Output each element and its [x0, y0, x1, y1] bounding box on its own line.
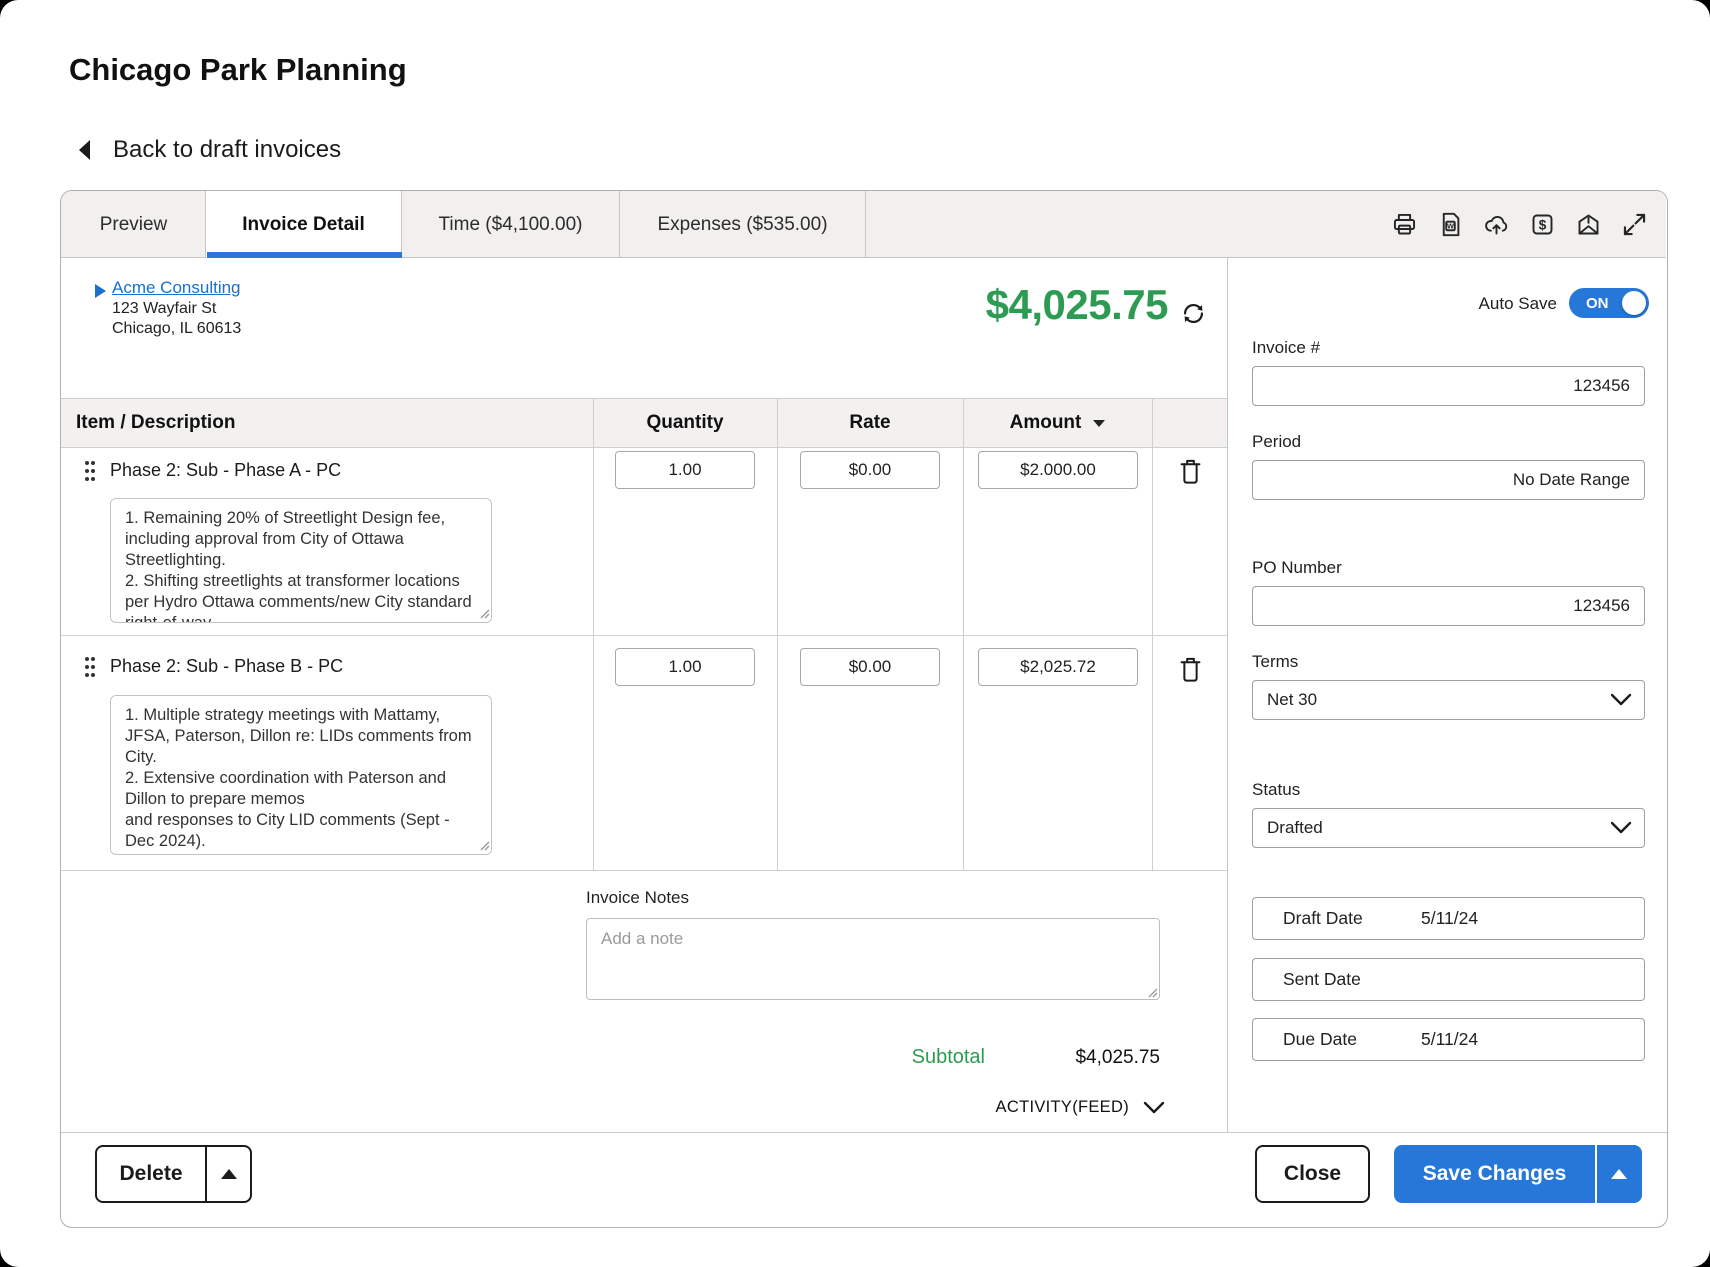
- close-button[interactable]: Close: [1255, 1145, 1370, 1203]
- draft-date-label: Draft Date: [1283, 908, 1421, 929]
- terms-select[interactable]: Net 30: [1252, 680, 1645, 720]
- delete-split-button: Delete: [95, 1145, 252, 1203]
- back-arrow-icon: [78, 139, 91, 161]
- line-item-description-input[interactable]: 1. Remaining 20% of Streetlight Design f…: [110, 498, 492, 623]
- quantity-input[interactable]: [615, 451, 755, 489]
- cloud-upload-icon[interactable]: [1483, 211, 1510, 238]
- invoice-notes-input[interactable]: [586, 918, 1160, 1000]
- svg-text:$: $: [1539, 217, 1547, 232]
- back-link-label: Back to draft invoices: [113, 136, 341, 164]
- tab-expenses[interactable]: Expenses ($535.00): [620, 191, 866, 258]
- po-number-input[interactable]: [1252, 586, 1645, 626]
- status-label: Status: [1252, 780, 1300, 800]
- due-date-label: Due Date: [1283, 1029, 1421, 1050]
- main-sidebar-divider: [1227, 258, 1228, 1132]
- invoice-number-label: Invoice #: [1252, 338, 1320, 358]
- column-header-item: Item / Description: [76, 398, 576, 448]
- invoice-toolbar: W $: [1400, 191, 1662, 258]
- sent-date-field[interactable]: Sent Date: [1252, 958, 1645, 1001]
- refresh-total-icon[interactable]: [1180, 300, 1207, 327]
- rate-input[interactable]: [800, 451, 940, 489]
- invoice-notes-label: Invoice Notes: [586, 888, 689, 908]
- amount-input[interactable]: [978, 648, 1138, 686]
- save-split-button: Save Changes: [1394, 1145, 1642, 1203]
- period-input[interactable]: [1252, 460, 1645, 500]
- terms-label: Terms: [1252, 652, 1298, 672]
- column-header-quantity: Quantity: [593, 398, 777, 448]
- sort-caret-icon: [1093, 420, 1105, 427]
- footer-divider: [61, 1132, 1667, 1133]
- invoice-total: $4,025.75: [790, 281, 1168, 329]
- expand-icon[interactable]: [1621, 211, 1648, 238]
- line-item-title: Phase 2: Sub - Phase A - PC: [110, 460, 341, 481]
- active-tab-underline: [207, 252, 402, 258]
- due-date-field[interactable]: Due Date 5/11/24: [1252, 1018, 1645, 1061]
- drag-handle-icon[interactable]: [83, 460, 97, 482]
- status-select[interactable]: Drafted: [1252, 808, 1645, 848]
- subtotal-value: $4,025.75: [985, 1047, 1160, 1069]
- drag-handle-icon[interactable]: [83, 656, 97, 678]
- auto-save-toggle[interactable]: ON: [1569, 288, 1649, 318]
- quantity-input[interactable]: [615, 648, 755, 686]
- payments-icon[interactable]: $: [1529, 211, 1556, 238]
- chevron-down-icon: [1143, 1101, 1165, 1115]
- draft-date-value: 5/11/24: [1421, 908, 1478, 929]
- chevron-down-icon: [1610, 821, 1632, 835]
- auto-save-label: Auto Save: [1400, 294, 1557, 314]
- po-number-label: PO Number: [1252, 558, 1342, 578]
- delete-options-button[interactable]: [205, 1147, 250, 1201]
- send-email-icon[interactable]: [1575, 211, 1602, 238]
- arrow-up-icon: [1611, 1169, 1627, 1179]
- activity-feed-expander[interactable]: ACTIVITY(FEED): [900, 1098, 1165, 1117]
- save-changes-button[interactable]: Save Changes: [1394, 1145, 1595, 1203]
- line-item-description-input[interactable]: 1. Multiple strategy meetings with Matta…: [110, 695, 492, 855]
- sent-date-label: Sent Date: [1283, 969, 1421, 990]
- arrow-up-icon: [221, 1169, 237, 1179]
- toggle-state-label: ON: [1586, 295, 1609, 312]
- delete-button[interactable]: Delete: [97, 1147, 205, 1201]
- line-item-title: Phase 2: Sub - Phase B - PC: [110, 656, 343, 677]
- invoice-number-input[interactable]: [1252, 366, 1645, 406]
- chevron-down-icon: [1610, 693, 1632, 707]
- column-header-rate: Rate: [777, 398, 963, 448]
- back-to-draft-invoices-link[interactable]: Back to draft invoices: [78, 136, 341, 164]
- client-address-line2: Chicago, IL 60613: [112, 320, 241, 338]
- delete-row-icon[interactable]: [1177, 655, 1204, 684]
- client-link[interactable]: Acme Consulting: [112, 278, 241, 298]
- invoice-editor-window: Chicago Park Planning Back to draft invo…: [0, 0, 1710, 1267]
- svg-text:W: W: [1447, 221, 1454, 230]
- word-export-icon[interactable]: W: [1437, 211, 1464, 238]
- due-date-value: 5/11/24: [1421, 1029, 1478, 1050]
- tab-time[interactable]: Time ($4,100.00): [402, 191, 620, 258]
- print-icon[interactable]: [1391, 211, 1418, 238]
- client-expand-icon[interactable]: [95, 284, 106, 298]
- client-address-line1: 123 Wayfair St: [112, 300, 216, 318]
- tab-invoice-detail[interactable]: Invoice Detail: [206, 191, 402, 258]
- subtotal-label: Subtotal: [820, 1046, 985, 1069]
- tab-preview[interactable]: Preview: [62, 191, 206, 258]
- page-title: Chicago Park Planning: [69, 52, 407, 88]
- toggle-knob: [1622, 291, 1646, 315]
- draft-date-field[interactable]: Draft Date 5/11/24: [1252, 897, 1645, 940]
- rate-input[interactable]: [800, 648, 940, 686]
- amount-input[interactable]: [978, 451, 1138, 489]
- delete-row-icon[interactable]: [1177, 457, 1204, 486]
- period-label: Period: [1252, 432, 1301, 452]
- column-header-amount-sort[interactable]: Amount: [963, 398, 1152, 448]
- save-options-button[interactable]: [1595, 1145, 1640, 1203]
